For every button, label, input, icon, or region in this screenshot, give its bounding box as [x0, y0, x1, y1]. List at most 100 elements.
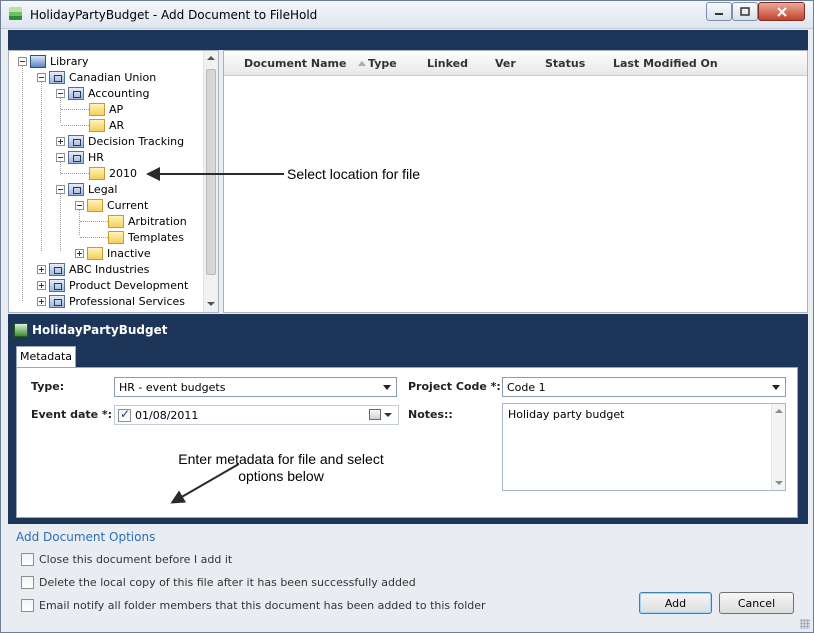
notes-label: Notes:: [408, 408, 453, 421]
folder-group-icon [87, 198, 103, 212]
minimize-button[interactable] [706, 2, 732, 21]
email-notify-checkbox[interactable] [21, 599, 34, 612]
chevron-down-icon[interactable] [769, 379, 784, 395]
close-button[interactable] [758, 2, 805, 21]
folder-icon [89, 102, 105, 116]
expand-icon[interactable] [56, 136, 65, 146]
event-date-checkbox[interactable] [118, 407, 131, 422]
tree-scrollbar[interactable] [203, 51, 218, 312]
tree-node-label: 2010 [109, 166, 137, 180]
event-date-value[interactable]: 01/08/2011 [135, 409, 198, 422]
title-bar[interactable]: HolidayPartyBudget - Add Document to Fil… [1, 1, 813, 29]
tree-connector [22, 65, 23, 301]
tree-node-label: Current [107, 198, 149, 212]
option-label: Email notify all folder members that thi… [39, 599, 486, 612]
list-header: Document Name Type Linked Ver Status Las… [224, 51, 807, 76]
expand-icon[interactable] [37, 264, 46, 274]
tree-node-accounting[interactable]: Accounting [56, 85, 149, 101]
folder-group-icon [87, 246, 103, 260]
column-header-linked[interactable]: Linked [427, 57, 468, 70]
tab-metadata[interactable]: Metadata [16, 346, 76, 367]
drawer-icon [68, 86, 84, 100]
collapse-icon[interactable] [18, 56, 27, 66]
column-header-ver[interactable]: Ver [495, 57, 516, 70]
scroll-up-icon[interactable] [207, 56, 215, 60]
tree-connector [41, 81, 42, 251]
folder-icon [89, 166, 105, 180]
scroll-down-icon[interactable] [775, 481, 783, 485]
tree-node-label: Accounting [88, 86, 150, 100]
tree-node-canadian-union[interactable]: Canadian Union [37, 69, 156, 85]
collapse-icon[interactable] [56, 152, 65, 162]
folder-tree[interactable]: Library Canadian Union Accounting AP AR … [8, 50, 219, 313]
tree-node-label: AP [109, 102, 124, 116]
collapse-icon[interactable] [56, 88, 65, 98]
tree-node-label: ABC Industries [69, 262, 150, 276]
annotation-arrow-left [146, 167, 284, 181]
collapse-icon[interactable] [37, 72, 46, 82]
tree-node-2010[interactable]: 2010 [89, 165, 137, 181]
tree-node-label: Templates [128, 230, 184, 244]
tree-node-decision-tracking[interactable]: Decision Tracking [56, 133, 184, 149]
expand-icon[interactable] [37, 296, 46, 306]
option-close-document[interactable]: Close this document before I add it [21, 552, 232, 567]
tree-node-label: Inactive [107, 246, 151, 260]
notes-textarea[interactable]: Holiday party budget [502, 403, 786, 491]
tree-node-label: Professional Services [69, 294, 185, 308]
option-delete-local-copy[interactable]: Delete the local copy of this file after… [21, 575, 416, 590]
column-header-document-name[interactable]: Document Name [244, 57, 367, 70]
resize-grip-icon[interactable] [800, 619, 810, 629]
scroll-down-icon[interactable] [207, 302, 215, 306]
chevron-down-icon[interactable] [380, 379, 395, 395]
tree-node-label: Library [50, 54, 89, 68]
expand-icon[interactable] [37, 280, 46, 290]
tree-node-library[interactable]: Library [18, 53, 88, 69]
scroll-thumb[interactable] [206, 69, 216, 275]
minimize-icon [715, 12, 723, 15]
collapse-icon[interactable] [75, 200, 84, 210]
column-header-type[interactable]: Type [368, 57, 397, 70]
close-document-checkbox[interactable] [21, 553, 34, 566]
option-label: Close this document before I add it [39, 553, 233, 566]
tree-node-current[interactable]: Current [75, 197, 148, 213]
add-button[interactable]: Add [639, 592, 712, 614]
event-date-picker[interactable]: 01/08/2011 [114, 405, 399, 425]
delete-local-copy-checkbox[interactable] [21, 576, 34, 589]
tree-node-abc-industries[interactable]: ABC Industries [37, 261, 149, 277]
notes-scrollbar[interactable] [771, 404, 785, 490]
cancel-button[interactable]: Cancel [719, 592, 794, 614]
tree-node-hr[interactable]: HR [56, 149, 104, 165]
tree-node-ar[interactable]: AR [89, 117, 124, 133]
collapse-icon[interactable] [56, 184, 65, 194]
column-header-last-modified[interactable]: Last Modified On [613, 57, 718, 70]
cabinet-icon [49, 70, 65, 84]
tree-node-inactive[interactable]: Inactive [75, 245, 151, 261]
library-icon [30, 54, 46, 68]
tree-node-ap[interactable]: AP [89, 101, 123, 117]
drawer-icon [68, 182, 84, 196]
add-document-options-link[interactable]: Add Document Options [16, 530, 155, 544]
top-nav-bar [8, 30, 808, 50]
expand-icon[interactable] [75, 248, 84, 258]
project-code-select[interactable]: Code 1 [502, 377, 786, 397]
tree-node-product-development[interactable]: Product Development [37, 277, 188, 293]
tree-node-arbitration[interactable]: Arbitration [108, 213, 187, 229]
type-select[interactable]: HR - event budgets [114, 377, 397, 397]
option-email-notify[interactable]: Email notify all folder members that thi… [21, 598, 486, 613]
cabinet-icon [49, 294, 65, 308]
chevron-down-icon[interactable] [384, 413, 392, 417]
tree-node-templates[interactable]: Templates [108, 229, 184, 245]
tree-connector [61, 173, 89, 174]
column-header-status[interactable]: Status [545, 57, 585, 70]
scroll-up-icon[interactable] [775, 409, 783, 413]
maximize-button[interactable] [732, 2, 758, 21]
window-title: HolidayPartyBudget - Add Document to Fil… [30, 8, 318, 22]
calendar-icon[interactable] [369, 409, 381, 420]
type-label: Type: [31, 380, 65, 393]
folder-icon [108, 214, 124, 228]
tree-node-professional-services[interactable]: Professional Services [37, 293, 185, 309]
tree-node-legal[interactable]: Legal [56, 181, 117, 197]
cabinet-icon [49, 262, 65, 276]
tree-connector [80, 237, 108, 238]
tree-connector [60, 193, 61, 251]
